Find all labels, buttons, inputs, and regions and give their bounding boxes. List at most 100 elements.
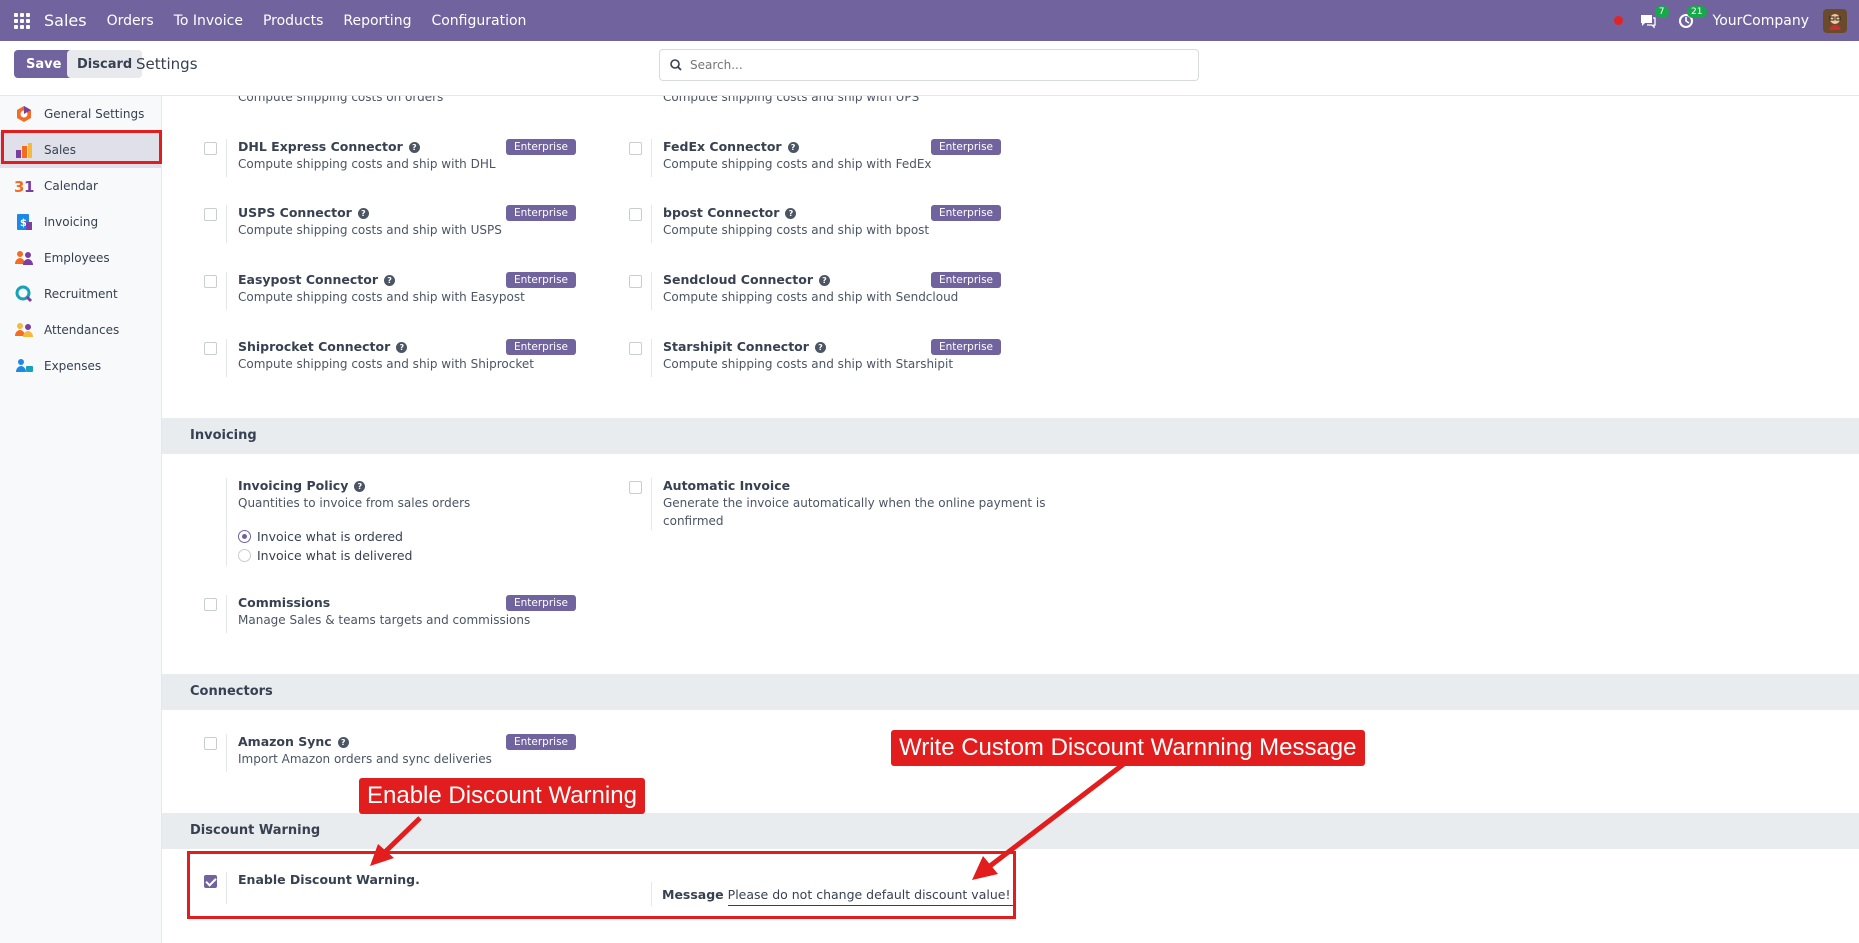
setting-title: Invoicing Policy? [238, 478, 366, 493]
enterprise-badge: Enterprise [506, 339, 577, 355]
setting-desc: Compute shipping costs and ship with Eas… [238, 290, 525, 304]
discount-message-input[interactable] [727, 886, 1016, 906]
setting-desc: Compute shipping costs and ship with Sen… [663, 290, 959, 304]
sidebar-item-label: Expenses [44, 359, 102, 373]
company-switcher[interactable]: YourCompany [1713, 13, 1810, 29]
help-icon[interactable]: ? [357, 208, 369, 219]
help-icon[interactable]: ? [787, 142, 799, 153]
sidebar-item-calendar[interactable]: 31 Calendar [0, 168, 161, 204]
starshipit-checkbox[interactable] [629, 342, 642, 355]
section-invoicing: Invoicing [162, 418, 1859, 454]
enterprise-badge: Enterprise [931, 205, 1002, 221]
search-bar[interactable] [659, 49, 1199, 81]
enterprise-badge: Enterprise [506, 734, 577, 750]
sidebar-item-recruitment[interactable]: Recruitment [0, 276, 161, 312]
radio-button[interactable] [238, 530, 251, 543]
easypost-checkbox[interactable] [204, 275, 217, 288]
search-input[interactable] [682, 51, 1198, 79]
sales-icon [14, 141, 34, 159]
user-avatar[interactable] [1823, 8, 1847, 33]
sidebar-item-general-settings[interactable]: General Settings [0, 96, 161, 132]
menu-to-invoice[interactable]: To Invoice [174, 13, 243, 29]
sendcloud-checkbox[interactable] [629, 275, 642, 288]
sidebar-item-sales[interactable]: Sales [0, 132, 161, 168]
setting-desc: Compute shipping costs and ship with DHL [238, 157, 496, 171]
top-navbar: Sales Orders To Invoice Products Reporti… [0, 0, 1859, 41]
menu-reporting[interactable]: Reporting [343, 13, 411, 29]
callout-enable-discount-warning: Enable Discount Warning [359, 778, 645, 814]
activities-icon[interactable]: 21 [1675, 5, 1707, 31]
usps-checkbox[interactable] [204, 208, 217, 221]
help-icon[interactable]: ? [354, 481, 366, 492]
setting-title: FedEx Connector? [663, 139, 799, 154]
sidebar-item-invoicing[interactable]: $ Invoicing [0, 204, 161, 240]
setting-desc: Compute shipping costs and ship with bpo… [663, 223, 930, 237]
radio-label: Invoice what is delivered [257, 548, 413, 563]
automatic-invoice-checkbox[interactable] [629, 481, 642, 494]
radio-invoice-ordered[interactable]: Invoice what is ordered [238, 529, 403, 544]
shipping-cut-desc-left: Compute shipping costs on orders [238, 96, 444, 104]
help-icon[interactable]: ? [818, 275, 830, 286]
shipping-cut-desc-right: Compute shipping costs and ship with UPS [663, 96, 920, 104]
sidebar-item-label: Calendar [44, 179, 98, 193]
sidebar-item-label: Employees [44, 251, 110, 265]
settings-content: Compute shipping costs on orders Compute… [162, 96, 1859, 943]
save-button[interactable]: Save [14, 50, 74, 78]
expenses-icon [14, 357, 34, 375]
setting-desc: Manage Sales & teams targets and commiss… [238, 613, 531, 627]
setting-title: DHL Express Connector? [238, 139, 420, 154]
apps-menu-icon[interactable] [0, 0, 44, 41]
bpost-checkbox[interactable] [629, 208, 642, 221]
enable-discount-warning-checkbox[interactable] [204, 875, 217, 888]
messages-icon[interactable]: 7 [1637, 5, 1669, 31]
fedex-checkbox[interactable] [629, 142, 642, 155]
setting-title: Commissions [238, 595, 331, 610]
divider [651, 882, 652, 906]
setting-desc: Generate the invoice automatically when … [663, 496, 1046, 510]
page-title: Settings [136, 55, 198, 73]
recording-icon[interactable] [1613, 16, 1623, 25]
svg-text:1: 1 [24, 178, 34, 195]
sidebar-item-attendances[interactable]: Attendances [0, 312, 161, 348]
recruitment-icon [14, 285, 34, 303]
setting-title: Enable Discount Warning. [238, 872, 420, 887]
radio-invoice-delivered[interactable]: Invoice what is delivered [238, 548, 412, 563]
svg-text:$: $ [20, 218, 27, 229]
enterprise-badge: Enterprise [506, 205, 577, 221]
enterprise-badge: Enterprise [506, 595, 577, 611]
settings-icon [14, 105, 34, 123]
help-icon[interactable]: ? [337, 737, 349, 748]
enterprise-badge: Enterprise [506, 139, 577, 155]
help-icon[interactable]: ? [384, 275, 396, 286]
sidebar-item-expenses[interactable]: Expenses [0, 348, 161, 384]
app-name[interactable]: Sales [44, 11, 87, 30]
svg-text:3: 3 [14, 178, 24, 195]
setting-desc: Compute shipping costs and ship with USP… [238, 223, 502, 237]
menu-orders[interactable]: Orders [107, 13, 154, 29]
employees-icon [14, 249, 34, 267]
amazon-sync-checkbox[interactable] [204, 737, 217, 750]
help-icon[interactable]: ? [396, 342, 408, 353]
setting-title: Amazon Sync? [238, 734, 349, 749]
setting-desc-cont: confirmed [663, 514, 724, 528]
menu-configuration[interactable]: Configuration [431, 13, 526, 29]
section-discount-warning: Discount Warning [162, 813, 1859, 849]
dhl-checkbox[interactable] [204, 142, 217, 155]
commissions-checkbox[interactable] [204, 598, 217, 611]
sidebar-item-label: Sales [44, 143, 76, 157]
setting-desc: Quantities to invoice from sales orders [238, 496, 471, 510]
help-icon[interactable]: ? [785, 208, 797, 219]
setting-title: Easypost Connector? [238, 272, 396, 287]
control-panel: Save Discard Settings [0, 41, 1859, 96]
discard-button[interactable]: Discard [67, 50, 143, 78]
shiprocket-checkbox[interactable] [204, 342, 217, 355]
radio-button[interactable] [238, 549, 251, 562]
setting-title: USPS Connector? [238, 205, 369, 220]
setting-title: Shiprocket Connector? [238, 339, 408, 354]
enterprise-badge: Enterprise [506, 272, 577, 288]
menu-products[interactable]: Products [263, 13, 323, 29]
enterprise-badge: Enterprise [931, 272, 1002, 288]
help-icon[interactable]: ? [408, 142, 420, 153]
help-icon[interactable]: ? [814, 342, 826, 353]
sidebar-item-employees[interactable]: Employees [0, 240, 161, 276]
